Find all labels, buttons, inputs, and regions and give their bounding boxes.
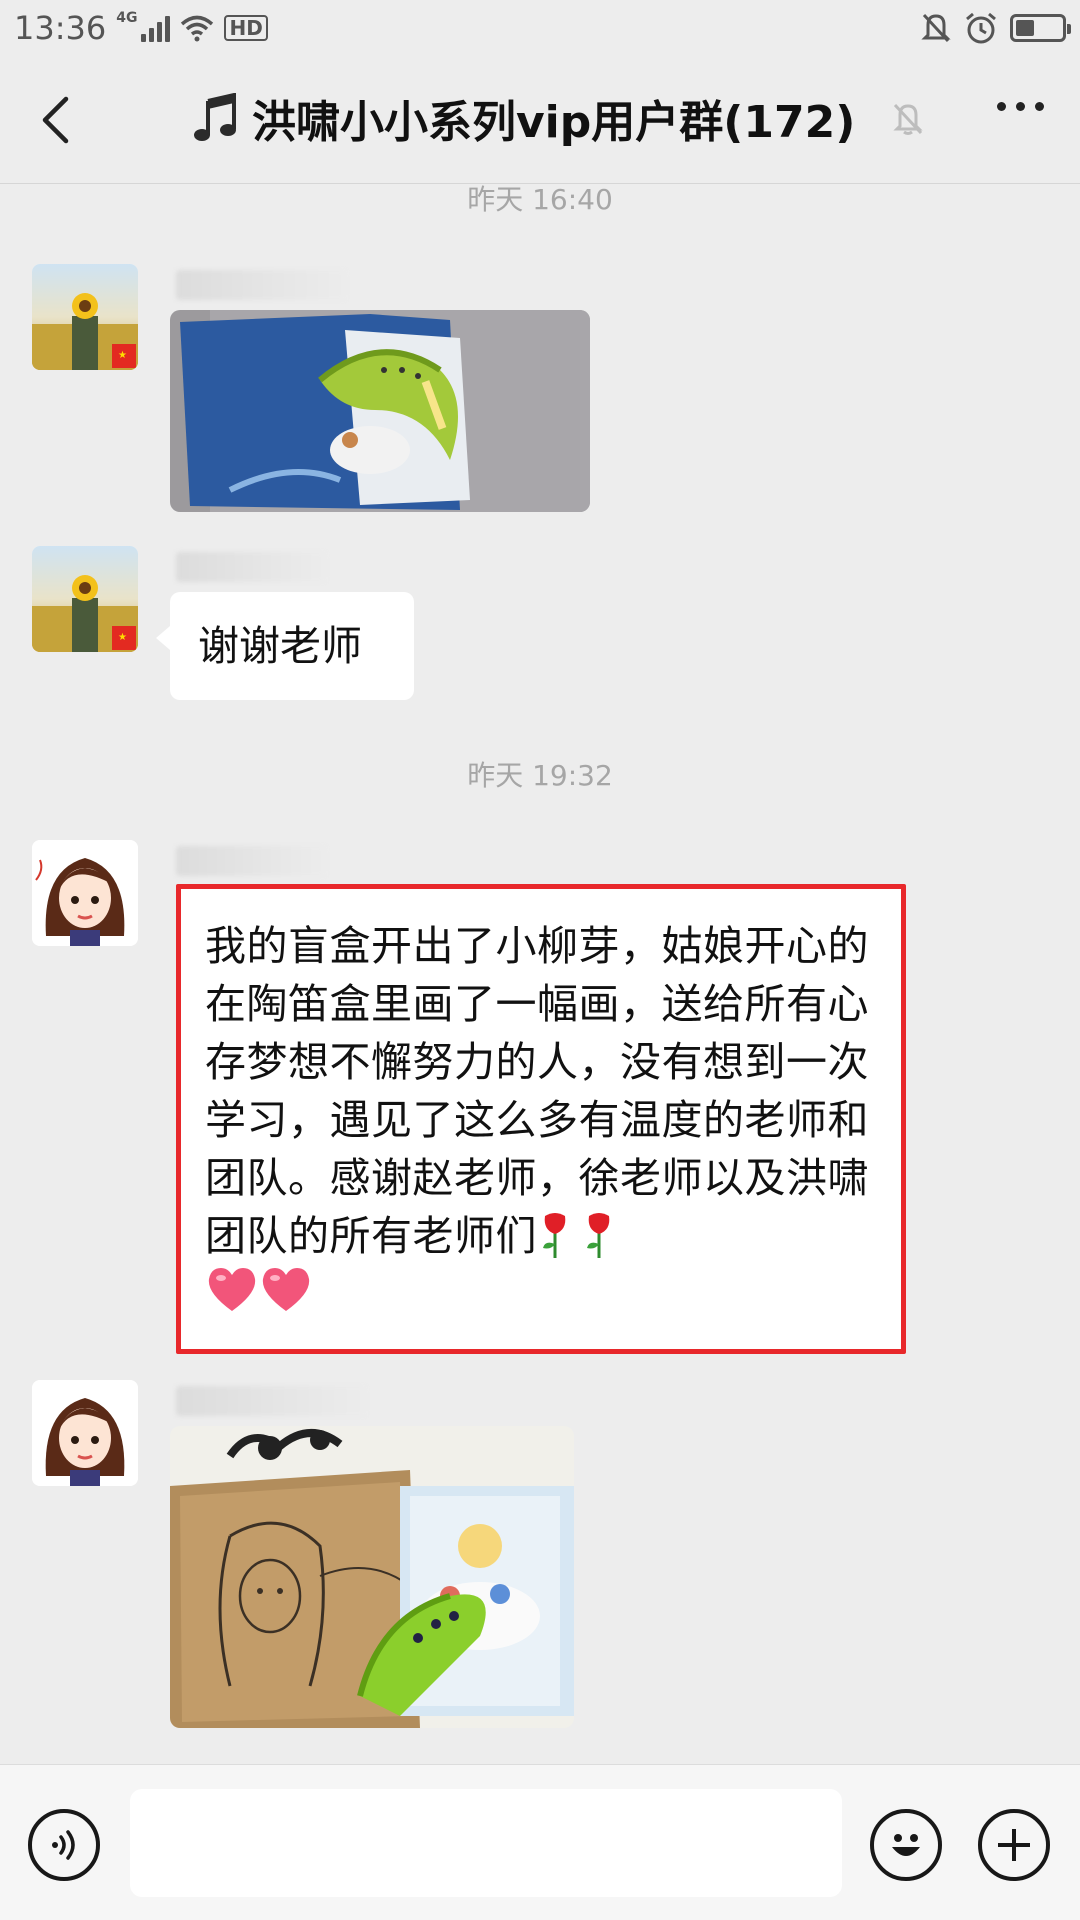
sender-name-blurred [176,552,326,582]
message-text: 谢谢老师 [198,622,362,670]
signal-icon [141,14,171,42]
avatar-sunflower[interactable]: ★ [32,264,138,370]
sender-name-blurred [176,270,346,300]
back-button[interactable] [30,92,80,148]
ocarina-photo [170,310,590,512]
emoji-button[interactable] [870,1809,942,1881]
sunflower-photo: ★ [32,546,138,652]
status-right [920,11,1071,45]
mute-bell-icon [893,103,923,135]
heart-emojis [205,1265,877,1315]
avatar-sunflower[interactable]: ★ [32,546,138,652]
image-message[interactable] [170,310,590,512]
back-icon [42,96,69,144]
image-message[interactable] [170,1426,574,1728]
sender-name-blurred [176,846,326,876]
voice-button[interactable] [28,1809,100,1881]
status-time: 13:36 [14,9,107,47]
bell-off-icon [921,13,951,43]
input-bar [0,1764,1080,1920]
voice-icon [52,1830,75,1860]
svg-text:★: ★ [118,350,127,361]
more-button[interactable] [997,102,1044,111]
text-bubble[interactable]: 谢谢老师 [156,592,414,700]
music-note-icon [194,93,236,141]
title-wrap: 洪啸小小系列vip用户群(172) [190,86,925,150]
alarm-icon [966,12,996,44]
plus-button[interactable] [978,1809,1050,1881]
hd-badge: HD [224,15,268,41]
svg-text:★: ★ [118,632,127,643]
cartoon-girl-avatar [32,1380,138,1486]
avatar-girl[interactable] [32,840,138,946]
message-input[interactable] [130,1789,842,1897]
highlighted-text-bubble[interactable]: 我的盲盒开出了小柳芽，姑娘开心的在陶笛盒里画了一幅画，送给所有心存梦想不懈努力的… [176,884,906,1354]
battery-icon [1010,14,1071,42]
rose-emoji [537,1212,617,1260]
sender-name-blurred [176,1386,366,1416]
more-icon-dot [1035,102,1044,111]
drawing-and-ocarina-photo [170,1426,574,1728]
network-type: 4G [116,10,138,26]
status-left: 13:36 4G HD [14,9,268,47]
chat-title: 洪啸小小系列vip用户群(172) [252,97,856,148]
sunflower-photo: ★ [32,264,138,370]
more-icon [997,102,1006,111]
chat-header: 洪啸小小系列vip用户群(172) [0,56,1080,184]
more-icon-dot [1016,102,1025,111]
plus-icon [998,1829,1030,1861]
status-bar: 13:36 4G HD [0,0,1080,56]
heart-icon [262,1268,310,1311]
avatar-girl[interactable] [32,1380,138,1486]
emoji-icon [892,1834,920,1856]
timestamp: 昨天 16:40 [467,183,613,216]
heart-icon [208,1268,256,1311]
timestamp: 昨天 19:32 [467,759,613,792]
cartoon-girl-avatar [32,840,138,946]
wifi-icon [181,15,214,42]
